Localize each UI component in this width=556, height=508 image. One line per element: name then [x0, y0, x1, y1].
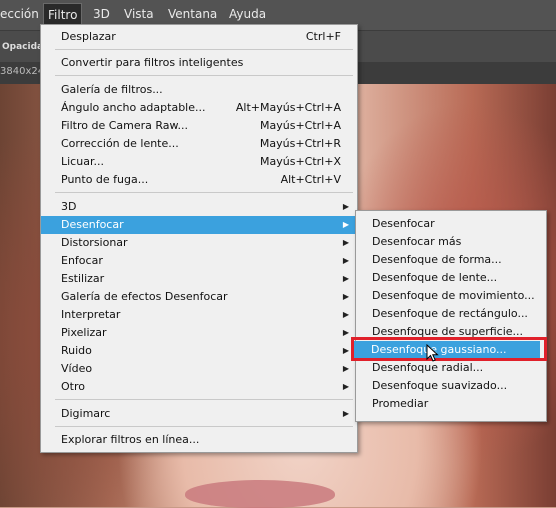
- submenu-arrow-icon: ▶: [342, 409, 349, 418]
- menu-item-interpretar[interactable]: Interpretar ▶: [41, 306, 357, 324]
- menu-item-label: Desenfocar más: [372, 235, 462, 248]
- menu-item-licuar[interactable]: Licuar... Mayús+Ctrl+X: [41, 153, 357, 171]
- menu-filtro[interactable]: Filtro: [42, 3, 83, 27]
- menu-item-shortcut: Mayús+Ctrl+A: [260, 119, 341, 132]
- submenu-item-desenfoque-movimiento[interactable]: Desenfoque de movimiento...: [356, 287, 546, 305]
- menu-item-label: Desenfoque de lente...: [372, 271, 498, 284]
- menu-item-camera-raw[interactable]: Filtro de Camera Raw... Mayús+Ctrl+A: [41, 117, 357, 135]
- menu-item-label: Galería de filtros...: [61, 83, 163, 96]
- menu-item-distorsionar[interactable]: Distorsionar ▶: [41, 234, 357, 252]
- menu-item-label: Estilizar: [61, 272, 105, 285]
- menu-item-label: Convertir para filtros inteligentes: [61, 56, 244, 69]
- menu-item-label: Filtro de Camera Raw...: [61, 119, 188, 132]
- menu-item-label: Desenfoque suavizado...: [372, 379, 508, 392]
- mouse-pointer-icon: [426, 344, 439, 362]
- menu-item-desenfocar[interactable]: Desenfocar ▶: [41, 216, 357, 234]
- menu-item-label: Promediar: [372, 397, 429, 410]
- menu-item-correccion-lente[interactable]: Corrección de lente... Mayús+Ctrl+R: [41, 135, 357, 153]
- menu-item-explorar-filtros[interactable]: Explorar filtros en línea...: [41, 431, 357, 449]
- menu-separator: [55, 192, 353, 193]
- menu-item-label: 3D: [61, 200, 77, 213]
- submenu-arrow-icon: ▶: [342, 328, 349, 337]
- menu-item-angulo-ancho[interactable]: Ángulo ancho adaptable... Alt+Mayús+Ctrl…: [41, 99, 357, 117]
- submenu-arrow-icon: ▶: [342, 292, 349, 301]
- menu-item-label: Explorar filtros en línea...: [61, 433, 200, 446]
- menu-item-shortcut: Alt+Ctrl+V: [280, 173, 341, 186]
- menu-item-desplazar[interactable]: Desplazar Ctrl+F: [41, 28, 357, 46]
- menu-item-galeria-efectos-desenfocar[interactable]: Galería de efectos Desenfocar ▶: [41, 288, 357, 306]
- photo-lips: [185, 480, 335, 508]
- menu-item-shortcut: Ctrl+F: [305, 30, 341, 43]
- menu-item-label: Licuar...: [61, 155, 104, 168]
- submenu-item-desenfoque-suavizado[interactable]: Desenfoque suavizado...: [356, 377, 546, 395]
- menu-item-enfocar[interactable]: Enfocar ▶: [41, 252, 357, 270]
- submenu-item-desenfoque-forma[interactable]: Desenfoque de forma...: [356, 251, 546, 269]
- menu-3d[interactable]: 3D: [93, 7, 110, 21]
- menu-item-label: Desplazar: [61, 30, 116, 43]
- menu-item-pixelizar[interactable]: Pixelizar ▶: [41, 324, 357, 342]
- menu-item-shortcut: Mayús+Ctrl+X: [260, 155, 341, 168]
- filter-menu: Desplazar Ctrl+F Convertir para filtros …: [40, 24, 358, 453]
- menu-item-label: Desenfocar: [372, 217, 435, 230]
- submenu-arrow-icon: ▶: [342, 274, 349, 283]
- submenu-arrow-icon: ▶: [342, 310, 349, 319]
- menu-item-label: Desenfocar: [61, 218, 124, 231]
- menu-ayuda[interactable]: Ayuda: [229, 7, 266, 21]
- menu-vista[interactable]: Vista: [124, 7, 154, 21]
- menu-seleccion[interactable]: ección: [0, 7, 39, 21]
- menu-item-label: Galería de efectos Desenfocar: [61, 290, 228, 303]
- submenu-arrow-icon: ▶: [342, 238, 349, 247]
- submenu-arrow-icon: ▶: [342, 202, 349, 211]
- submenu-arrow-icon: ▶: [342, 256, 349, 265]
- menu-separator: [55, 399, 353, 400]
- menu-separator: [55, 426, 353, 427]
- menu-ventana[interactable]: Ventana: [168, 7, 217, 21]
- menu-item-3d[interactable]: 3D ▶: [41, 198, 357, 216]
- submenu-item-desenfocar-mas[interactable]: Desenfocar más: [356, 233, 546, 251]
- submenu-arrow-icon: ▶: [342, 220, 349, 229]
- menu-item-label: Corrección de lente...: [61, 137, 179, 150]
- menu-item-otro[interactable]: Otro ▶: [41, 378, 357, 396]
- submenu-arrow-icon: ▶: [342, 382, 349, 391]
- menu-item-label: Enfocar: [61, 254, 103, 267]
- menu-item-ruido[interactable]: Ruido ▶: [41, 342, 357, 360]
- submenu-item-desenfoque-radial[interactable]: Desenfoque radial...: [356, 359, 546, 377]
- menu-item-video[interactable]: Vídeo ▶: [41, 360, 357, 378]
- menu-separator: [55, 49, 353, 50]
- submenu-item-promediar[interactable]: Promediar: [356, 395, 546, 413]
- menu-item-label: Ángulo ancho adaptable...: [61, 101, 206, 114]
- menu-item-digimarc[interactable]: Digimarc ▶: [41, 405, 357, 423]
- menu-item-label: Distorsionar: [61, 236, 128, 249]
- menu-item-galeria-filtros[interactable]: Galería de filtros...: [41, 81, 357, 99]
- submenu-arrow-icon: ▶: [342, 364, 349, 373]
- submenu-arrow-icon: ▶: [342, 346, 349, 355]
- menu-item-shortcut: Mayús+Ctrl+R: [259, 137, 341, 150]
- menu-item-convertir-filtros-inteligentes[interactable]: Convertir para filtros inteligentes: [41, 54, 357, 72]
- menu-item-label: Otro: [61, 380, 85, 393]
- menu-item-label: Desenfoque de forma...: [372, 253, 502, 266]
- submenu-item-desenfocar[interactable]: Desenfocar: [356, 215, 546, 233]
- menu-item-label: Desenfoque de rectángulo...: [372, 307, 528, 320]
- highlight-callout: [351, 337, 547, 361]
- submenu-item-desenfoque-lente[interactable]: Desenfoque de lente...: [356, 269, 546, 287]
- document-tab[interactable]: 3840x24: [0, 66, 40, 77]
- menu-item-punto-fuga[interactable]: Punto de fuga... Alt+Ctrl+V: [41, 171, 357, 189]
- menu-item-label: Desenfoque de movimiento...: [372, 289, 535, 302]
- menu-item-label: Vídeo: [61, 362, 93, 375]
- menu-item-shortcut: Alt+Mayús+Ctrl+A: [235, 101, 341, 114]
- submenu-item-desenfoque-rectangulo[interactable]: Desenfoque de rectángulo...: [356, 305, 546, 323]
- menu-item-label: Interpretar: [61, 308, 121, 321]
- blur-submenu: Desenfocar Desenfocar más Desenfoque de …: [355, 210, 547, 422]
- menu-item-label: Digimarc: [61, 407, 111, 420]
- menu-separator: [55, 75, 353, 76]
- menu-item-label: Pixelizar: [61, 326, 107, 339]
- menu-item-label: Punto de fuga...: [61, 173, 149, 186]
- menu-item-estilizar[interactable]: Estilizar ▶: [41, 270, 357, 288]
- menu-item-label: Ruido: [61, 344, 92, 357]
